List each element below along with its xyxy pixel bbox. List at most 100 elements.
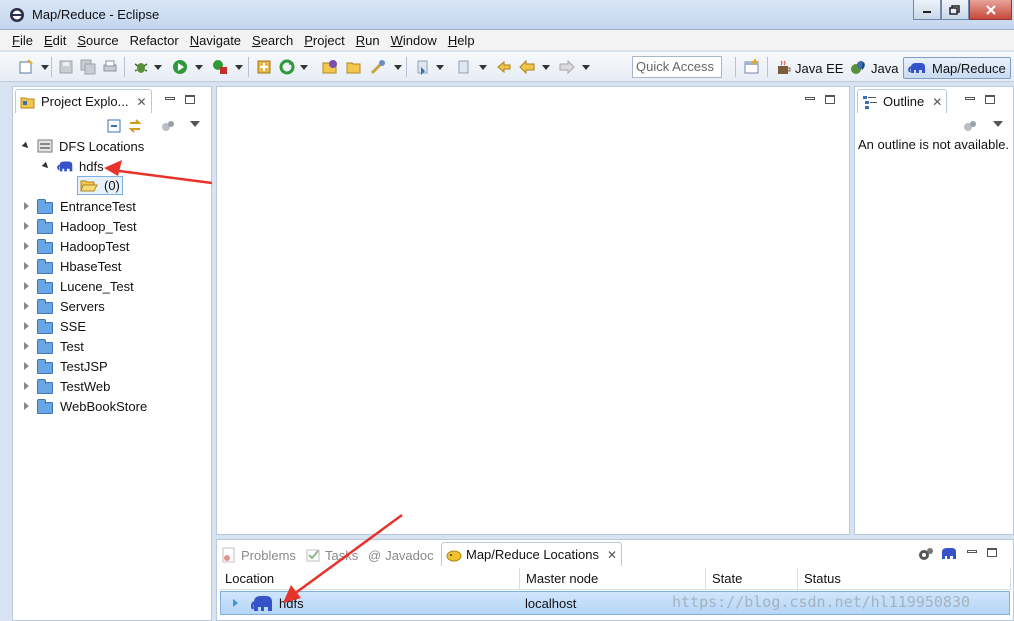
minimize-icon[interactable] [805, 97, 815, 100]
expand-icon[interactable] [24, 302, 29, 310]
expand-icon[interactable] [24, 362, 29, 370]
menu-navigate[interactable]: Navigate [186, 33, 245, 48]
search-dropdown-icon[interactable] [394, 65, 402, 70]
tree-item-hdfs[interactable]: hdfs [41, 156, 104, 176]
menu-edit[interactable]: Edit [40, 33, 70, 48]
expand-icon[interactable] [24, 282, 29, 290]
tab-problems[interactable]: Problems [221, 544, 296, 566]
collapse-all-icon[interactable] [107, 119, 121, 133]
tree-item-project[interactable]: HbaseTest [23, 256, 121, 276]
run-dropdown-icon[interactable] [195, 65, 203, 70]
open-type-icon[interactable] [322, 59, 338, 75]
new-icon[interactable] [18, 59, 34, 75]
expand-icon[interactable] [24, 342, 29, 350]
menu-run[interactable]: Run [352, 33, 384, 48]
perspective-mapreduce[interactable]: Map/Reduce [903, 57, 1011, 79]
close-icon[interactable]: ✕ [932, 95, 942, 109]
close-icon[interactable]: ✕ [607, 548, 617, 562]
perspective-java[interactable]: J Java [850, 57, 898, 79]
tree-item-project[interactable]: TestJSP [23, 356, 108, 376]
tab-javadoc[interactable]: @ Javadoc [368, 544, 434, 566]
maximize-icon[interactable] [985, 95, 995, 104]
back-arrow-icon[interactable] [519, 59, 535, 75]
expand-icon[interactable] [24, 222, 29, 230]
new-location-icon[interactable] [940, 545, 958, 561]
menu-project[interactable]: Project [300, 33, 348, 48]
tab-mapreduce-locations[interactable]: Map/Reduce Locations ✕ [441, 542, 623, 566]
expand-icon[interactable] [24, 322, 29, 330]
debug-icon[interactable] [133, 59, 149, 75]
minimize-button[interactable] [913, 0, 941, 20]
run-external-icon[interactable] [212, 59, 228, 75]
maximize-icon[interactable] [987, 548, 997, 557]
tree-item-project[interactable]: HadoopTest [23, 236, 129, 256]
column-status[interactable]: Status [798, 568, 1011, 590]
menu-refactor[interactable]: Refactor [126, 33, 183, 48]
menu-window[interactable]: Window [387, 33, 441, 48]
expand-icon[interactable] [24, 402, 29, 410]
tree-item-dfs-locations[interactable]: DFS Locations [21, 136, 144, 156]
close-icon[interactable]: ✕ [136, 95, 146, 109]
run-icon[interactable] [172, 59, 188, 75]
next-annotation-icon[interactable] [415, 59, 431, 75]
column-state[interactable]: State [706, 568, 798, 590]
menu-file[interactable]: File [8, 33, 37, 48]
tab-project-explorer[interactable]: Project Explo... ✕ [15, 89, 152, 113]
tab-tasks[interactable]: Tasks [305, 544, 358, 566]
forward-dropdown-icon[interactable] [582, 65, 590, 70]
forward-arrow-icon[interactable] [559, 59, 575, 75]
print-icon[interactable] [102, 59, 118, 75]
debug-dropdown-icon[interactable] [154, 65, 162, 70]
next-annotation-dropdown-icon[interactable] [436, 65, 444, 70]
external-dropdown-icon[interactable] [235, 65, 243, 70]
save-all-icon[interactable] [80, 59, 96, 75]
tree-item-project[interactable]: SSE [23, 316, 86, 336]
column-location[interactable]: Location [219, 568, 520, 590]
collapse-icon[interactable] [21, 141, 31, 151]
open-perspective-icon[interactable] [744, 59, 760, 75]
tree-item-hdfs-root-folder[interactable]: (0) [77, 176, 123, 195]
expand-icon[interactable] [233, 599, 238, 607]
tab-outline[interactable]: Outline ✕ [857, 89, 948, 113]
close-window-button[interactable] [969, 0, 1012, 20]
maximize-icon[interactable] [825, 95, 835, 104]
tree-item-project[interactable]: Servers [23, 296, 105, 316]
last-edit-icon[interactable] [496, 59, 512, 75]
column-master-node[interactable]: Master node [520, 568, 706, 590]
tree-item-project[interactable]: Lucene_Test [23, 276, 134, 296]
save-icon[interactable] [58, 59, 74, 75]
new-server-icon[interactable] [256, 59, 272, 75]
maximize-icon[interactable] [185, 95, 195, 104]
new-dropdown-icon[interactable] [41, 65, 49, 70]
tree-item-project[interactable]: Hadoop_Test [23, 216, 137, 236]
menu-source[interactable]: Source [73, 33, 122, 48]
tree-item-project[interactable]: WebBookStore [23, 396, 147, 416]
view-menu-icon[interactable] [993, 121, 1003, 127]
edit-location-icon[interactable] [918, 546, 934, 562]
menu-search[interactable]: Search [248, 33, 297, 48]
tree-item-project[interactable]: Test [23, 336, 84, 356]
restore-button[interactable] [941, 0, 969, 20]
collapse-icon[interactable] [41, 161, 51, 171]
refresh-dropdown-icon[interactable] [300, 65, 308, 70]
view-menu-icon[interactable] [190, 121, 200, 127]
prev-annotation-dropdown-icon[interactable] [479, 65, 487, 70]
tree-item-project[interactable]: TestWeb [23, 376, 110, 396]
tree-item-project[interactable]: EntranceTest [23, 196, 136, 216]
perspective-java-ee[interactable]: Java EE [776, 57, 843, 79]
open-folder-icon[interactable] [346, 59, 362, 75]
refresh-icon[interactable] [279, 59, 295, 75]
minimize-icon[interactable] [165, 97, 175, 100]
filters-icon[interactable] [963, 119, 977, 133]
menu-help[interactable]: Help [444, 33, 479, 48]
link-editor-icon[interactable] [127, 118, 143, 134]
prev-annotation-icon[interactable] [456, 59, 472, 75]
quick-access-input[interactable]: Quick Access [632, 56, 722, 78]
expand-icon[interactable] [24, 242, 29, 250]
minimize-icon[interactable] [965, 97, 975, 100]
minimize-icon[interactable] [967, 550, 977, 553]
back-dropdown-icon[interactable] [542, 65, 550, 70]
expand-icon[interactable] [24, 382, 29, 390]
expand-icon[interactable] [24, 262, 29, 270]
filters-icon[interactable] [161, 119, 175, 133]
